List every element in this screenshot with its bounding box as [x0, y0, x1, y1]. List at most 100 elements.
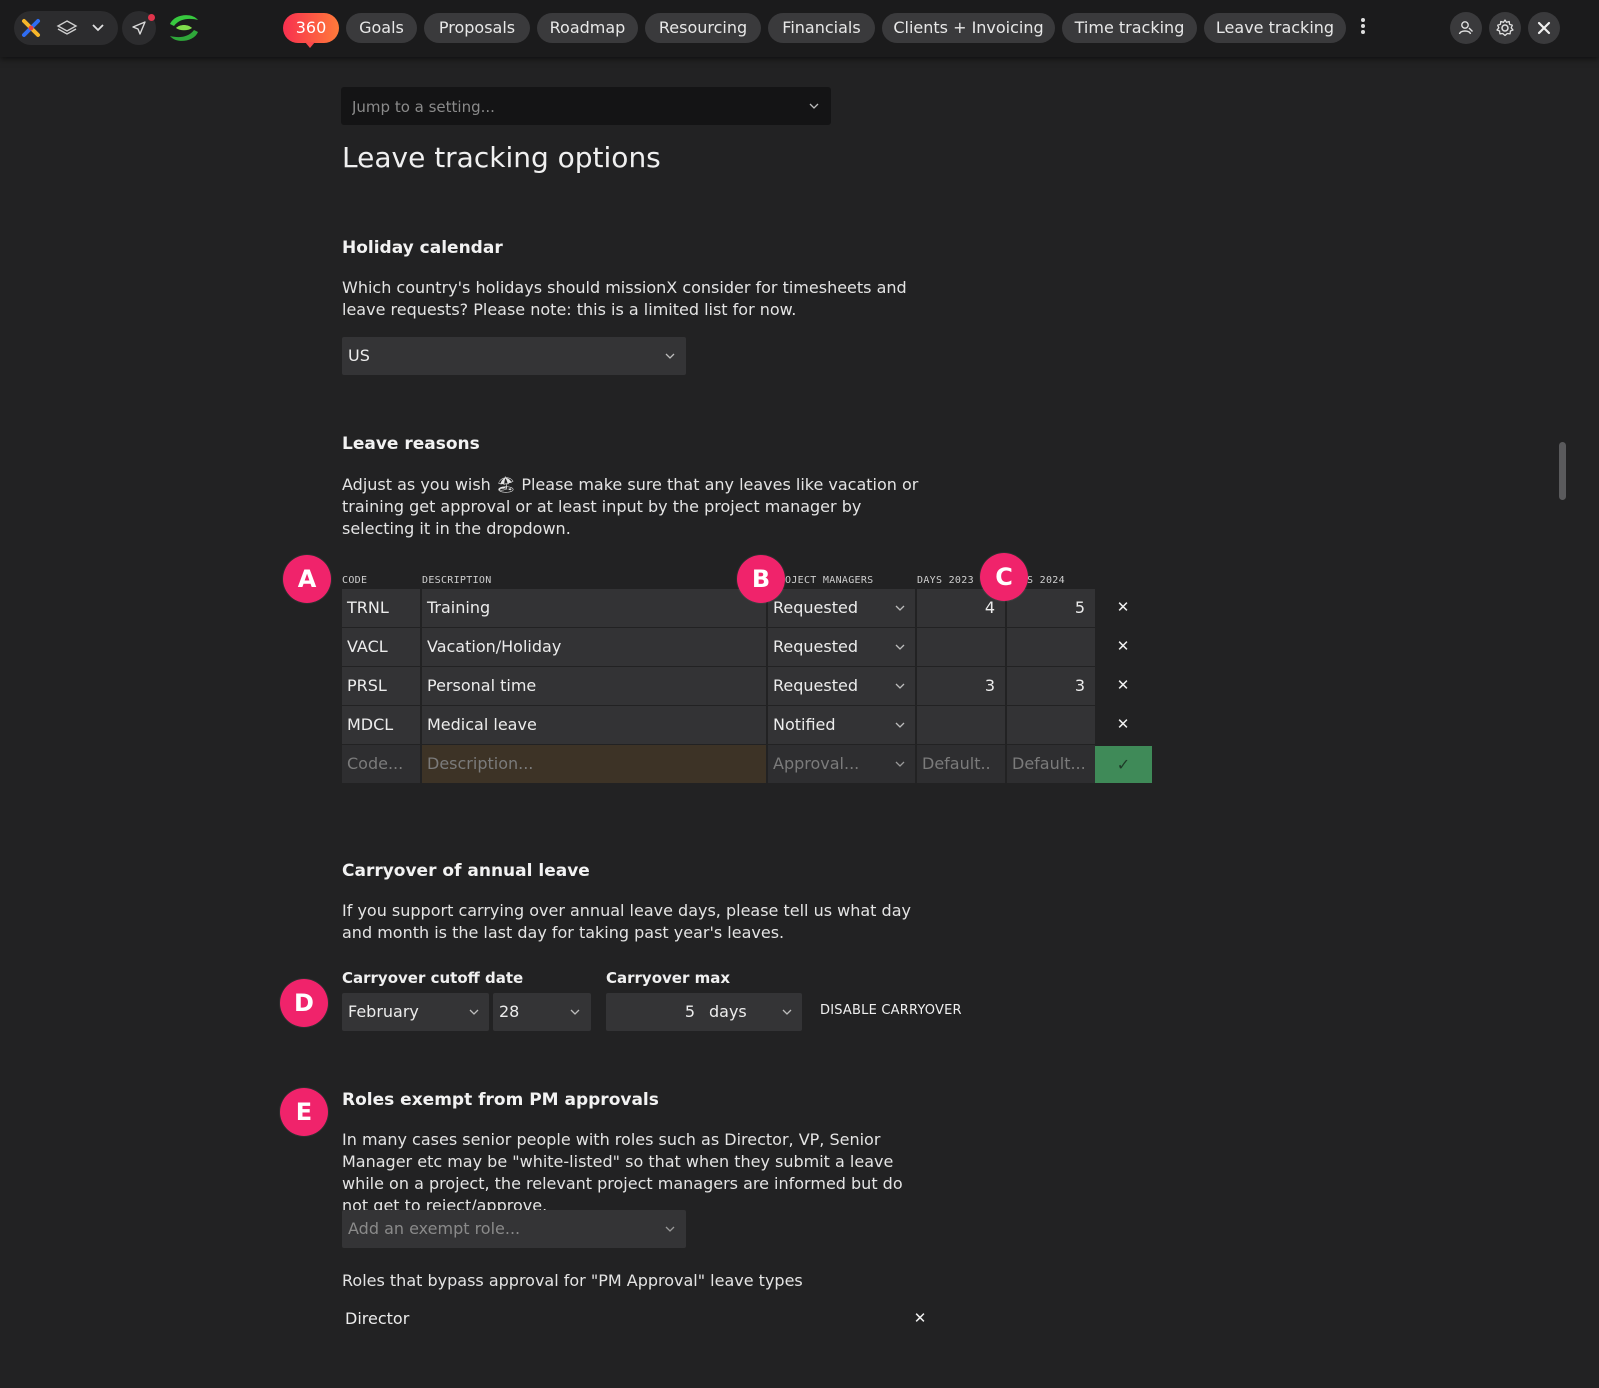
- tab-360-pointer: [305, 42, 315, 48]
- user-search-button[interactable]: [1450, 12, 1482, 44]
- exempt-roles-description: In many cases senior people with roles s…: [342, 1130, 903, 1215]
- approval-select[interactable]: Notified: [768, 706, 915, 744]
- chevron-down-icon: [894, 719, 906, 731]
- jump-to-setting-input[interactable]: [350, 87, 794, 127]
- approval-value: Requested: [773, 637, 858, 656]
- chevron-down-icon: [894, 641, 906, 653]
- tab-clients-invoicing[interactable]: Clients + Invoicing: [882, 13, 1055, 43]
- kebab-menu-icon[interactable]: [1360, 18, 1366, 38]
- chevron-down-icon[interactable]: [91, 21, 105, 35]
- disable-carryover-button[interactable]: DISABLE CARRYOVER: [820, 1003, 962, 1018]
- leave-code-cell[interactable]: VACL: [342, 628, 420, 666]
- add-leave-reason-button[interactable]: ✓: [1095, 746, 1152, 783]
- workspace-switcher[interactable]: [14, 11, 118, 45]
- exempt-role-item: Director: [345, 1309, 410, 1328]
- column-header-code: CODE: [342, 575, 368, 586]
- tab-financials[interactable]: Financials: [768, 13, 875, 43]
- holiday-calendar-heading: Holiday calendar: [342, 238, 503, 258]
- approval-value: Requested: [773, 676, 858, 695]
- carryover-unit-value: days: [709, 1002, 747, 1021]
- carryover-description: If you support carrying over annual leav…: [342, 901, 911, 942]
- carryover-day-select[interactable]: 28: [493, 993, 591, 1031]
- new-days-2024-placeholder: Default...: [1012, 754, 1086, 773]
- carryover-month-select[interactable]: February: [342, 993, 489, 1031]
- days-2024-input[interactable]: [1007, 628, 1095, 666]
- days-2023-input[interactable]: [917, 628, 1005, 666]
- chevron-down-icon: [468, 1006, 480, 1018]
- chevron-down-icon: [569, 1006, 581, 1018]
- tab-resourcing[interactable]: Resourcing: [645, 13, 761, 43]
- column-header-days-2024: S 2024: [1027, 575, 1065, 586]
- top-navigation-bar: 360 Goals Proposals Roadmap Resourcing F…: [0, 0, 1599, 57]
- new-days-2024-input[interactable]: Default...: [1007, 745, 1095, 783]
- carryover-cutoff-label: Carryover cutoff date: [342, 969, 524, 987]
- leave-description-value: Training: [427, 598, 491, 617]
- days-2024-input[interactable]: [1007, 706, 1095, 744]
- leave-description-cell[interactable]: Vacation/Holiday: [422, 628, 766, 666]
- new-code-input[interactable]: Code...: [342, 745, 420, 783]
- close-button[interactable]: [1528, 12, 1560, 44]
- days-2024-value: 5: [1074, 598, 1085, 617]
- delete-row-button[interactable]: ✕: [1113, 675, 1133, 695]
- leave-code-cell[interactable]: TRNL: [342, 589, 420, 627]
- chevron-down-icon: [781, 1006, 793, 1018]
- column-header-project-managers: OJECT MANAGERS: [785, 575, 874, 586]
- remove-exempt-role-button[interactable]: ✕: [910, 1308, 930, 1328]
- days-2023-input[interactable]: [917, 706, 1005, 744]
- layers-icon[interactable]: [56, 18, 78, 38]
- page-title: Leave tracking options: [342, 141, 661, 174]
- delete-row-button[interactable]: ✕: [1113, 636, 1133, 656]
- approval-select[interactable]: Requested: [768, 628, 915, 666]
- page-scrollbar[interactable]: [1559, 442, 1566, 500]
- delete-row-button[interactable]: ✕: [1113, 597, 1133, 617]
- notification-dot: [148, 14, 155, 21]
- add-exempt-role-placeholder: Add an exempt role...: [348, 1219, 521, 1238]
- chevron-down-icon: [894, 680, 906, 692]
- approval-value: Notified: [773, 715, 836, 734]
- annotation-badge-b: B: [737, 555, 785, 603]
- new-approval-select[interactable]: Approval...: [768, 745, 915, 783]
- tab-proposals[interactable]: Proposals: [424, 13, 530, 43]
- leave-description-cell[interactable]: Medical leave: [422, 706, 766, 744]
- tab-leave-tracking[interactable]: Leave tracking: [1204, 13, 1346, 43]
- leave-description-cell[interactable]: Training: [422, 589, 766, 627]
- leave-description-value: Vacation/Holiday: [427, 637, 562, 656]
- column-header-description: DESCRIPTION: [422, 575, 492, 586]
- leave-code-value: TRNL: [347, 598, 389, 617]
- add-exempt-role-select[interactable]: Add an exempt role...: [342, 1210, 686, 1248]
- delete-row-button[interactable]: ✕: [1113, 714, 1133, 734]
- tab-360[interactable]: 360: [283, 13, 339, 43]
- annotation-badge-d: D: [280, 979, 328, 1027]
- close-icon: [1536, 20, 1552, 36]
- tab-roadmap[interactable]: Roadmap: [537, 13, 638, 43]
- tab-time-tracking[interactable]: Time tracking: [1062, 13, 1197, 43]
- send-icon: [131, 20, 147, 36]
- new-description-input[interactable]: Description...: [422, 745, 766, 783]
- leave-description-value: Medical leave: [427, 715, 537, 734]
- swirl-brand-icon[interactable]: [166, 10, 202, 46]
- approval-select[interactable]: Requested: [768, 667, 915, 705]
- new-days-2023-input[interactable]: Default..: [917, 745, 1005, 783]
- chevron-down-icon: [808, 100, 820, 112]
- settings-button[interactable]: [1489, 12, 1521, 44]
- checkmark-icon: ✓: [1116, 755, 1131, 774]
- user-search-icon: [1457, 19, 1475, 37]
- new-approval-placeholder: Approval...: [773, 754, 860, 773]
- leave-reasons-description: Adjust as you wish 🏖 Please make sure th…: [342, 474, 932, 540]
- holiday-country-select[interactable]: US: [342, 337, 686, 375]
- leave-code-cell[interactable]: PRSL: [342, 667, 420, 705]
- gear-icon: [1495, 18, 1515, 38]
- carryover-heading: Carryover of annual leave: [342, 861, 590, 881]
- carryover-max-value: 5: [684, 1002, 695, 1021]
- approval-select[interactable]: Requested: [768, 589, 915, 627]
- exempt-roles-heading: Roles exempt from PM approvals: [342, 1090, 659, 1110]
- leave-code-cell[interactable]: MDCL: [342, 706, 420, 744]
- leave-description-cell[interactable]: Personal time: [422, 667, 766, 705]
- carryover-max-input[interactable]: 5 days: [606, 993, 802, 1031]
- chevron-down-icon: [664, 350, 676, 362]
- new-code-placeholder: Code...: [347, 754, 404, 773]
- days-2024-input[interactable]: 3: [1007, 667, 1095, 705]
- days-2023-input[interactable]: 3: [917, 667, 1005, 705]
- tab-goals[interactable]: Goals: [346, 13, 417, 43]
- jump-to-setting-select[interactable]: [341, 87, 831, 127]
